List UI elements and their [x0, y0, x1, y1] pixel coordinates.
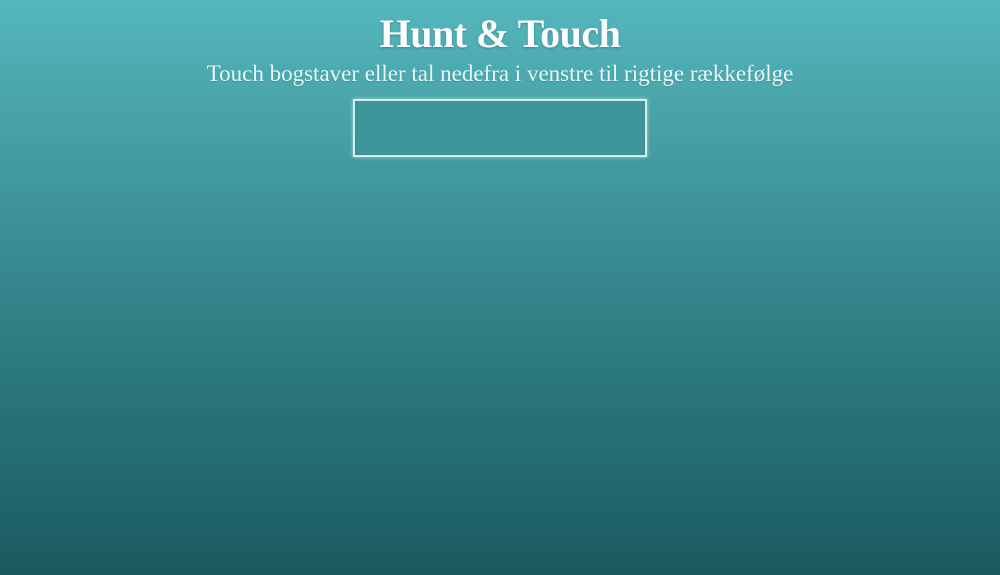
- instruction-text: Touch bogstaver eller tal nedefra i vens…: [206, 61, 794, 86]
- answer-box[interactable]: [353, 99, 647, 157]
- game-screen: Hunt & Touch Touch bogstaver eller tal n…: [0, 0, 1000, 575]
- page-title: Hunt & Touch: [379, 11, 621, 56]
